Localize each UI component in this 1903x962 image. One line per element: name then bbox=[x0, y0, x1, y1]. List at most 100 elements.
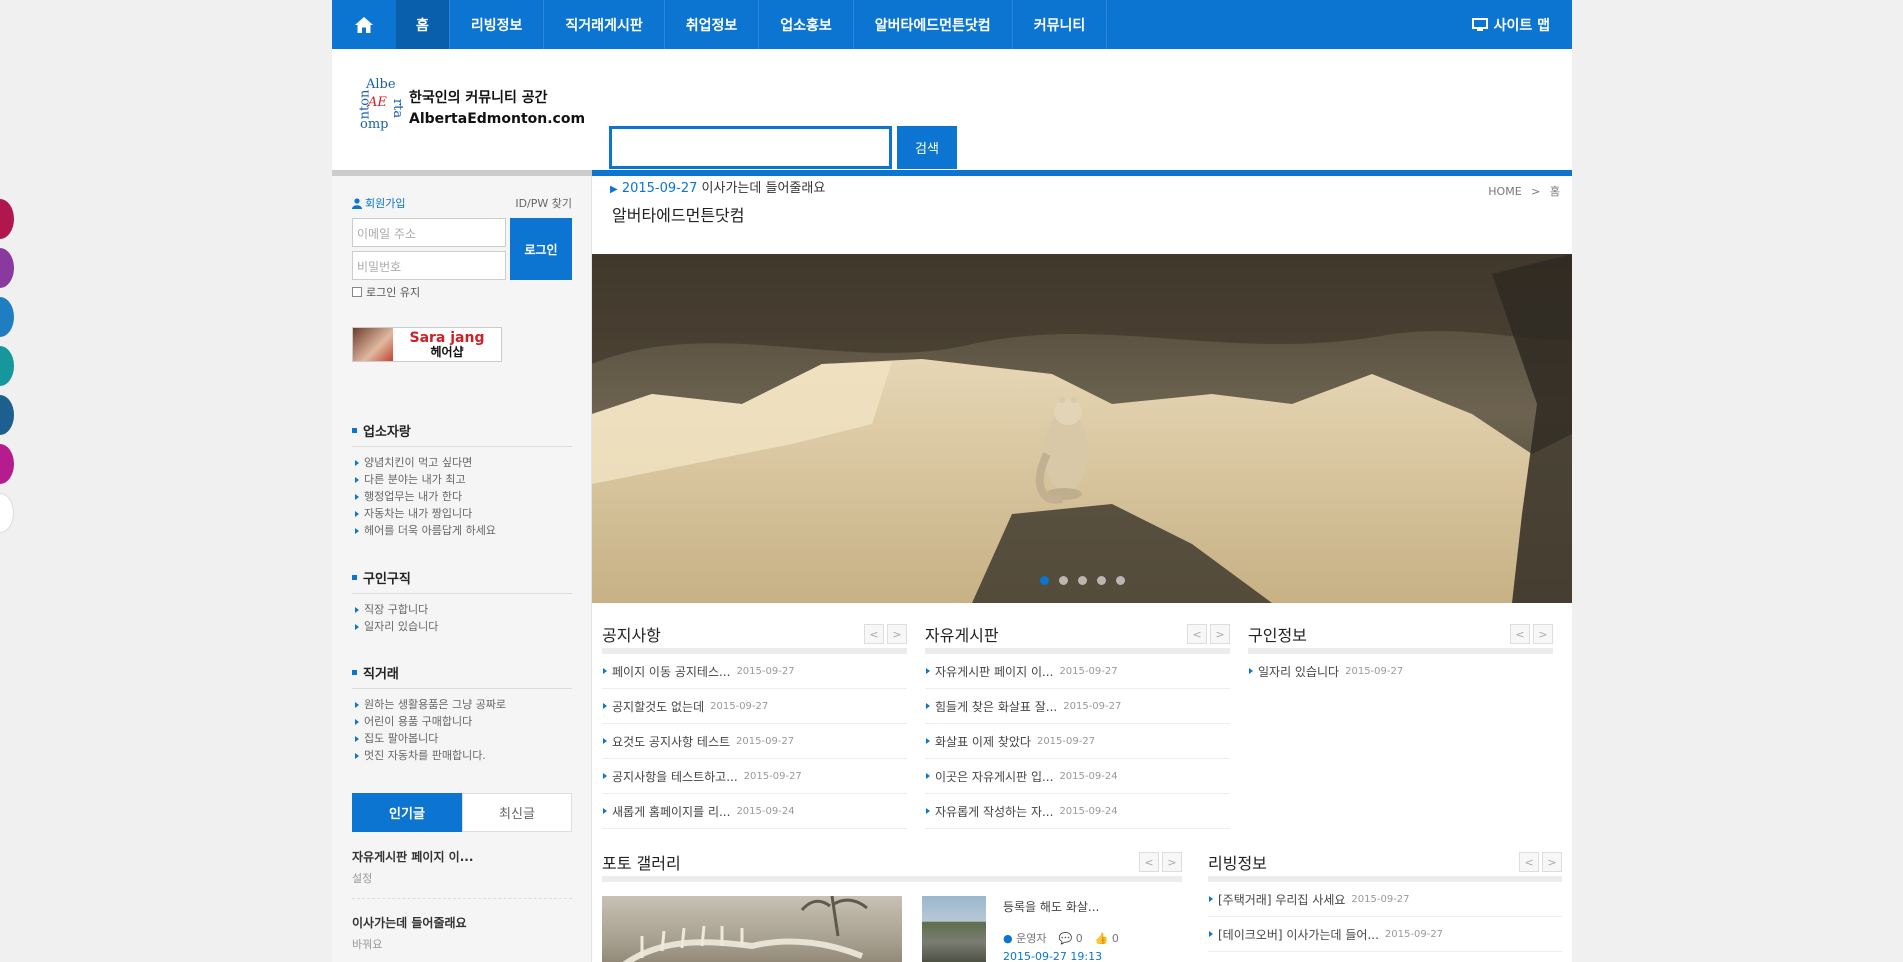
theme-dot-blue[interactable] bbox=[0, 297, 14, 337]
list-item[interactable]: 이곳은 자유게시판 입... 2015-09-24 bbox=[925, 759, 1230, 794]
list-item[interactable]: [테이크오버] 이사가는데 들어... 2015-09-27 bbox=[1208, 917, 1562, 952]
list-item[interactable]: 어린이 용품 구매합니다 bbox=[352, 713, 572, 730]
theme-dot-purple[interactable] bbox=[0, 248, 14, 288]
list-item[interactable]: 양념치킨이 먹고 싶다면 bbox=[352, 454, 572, 471]
gallery-main-image[interactable] bbox=[602, 896, 902, 962]
list-item[interactable]: 다른 분야는 내가 최고 bbox=[352, 471, 572, 488]
list-item[interactable]: 원하는 생활용품은 그냥 공짜로 bbox=[352, 696, 572, 713]
next-arrow-icon[interactable]: > bbox=[1542, 852, 1562, 872]
gallery-item-title[interactable]: 등록을 해도 화살... bbox=[1003, 898, 1183, 915]
banner-photo bbox=[353, 328, 393, 361]
popular-post-category: 설정 bbox=[352, 872, 373, 885]
prev-arrow-icon[interactable]: < bbox=[1519, 852, 1539, 872]
list-item[interactable]: 페이지 이동 공지테스... 2015-09-27 bbox=[602, 654, 907, 689]
theme-dot-crimson[interactable] bbox=[0, 199, 14, 239]
popular-post-title: 이사가는데 들어줄래요 bbox=[352, 916, 467, 930]
list-item[interactable]: 직장 구합니다 bbox=[352, 601, 572, 618]
sidebar-section-jobs: 구인구직 직장 구합니다 일자리 있습니다 bbox=[352, 568, 572, 635]
sidebar-section-title: 직거래 bbox=[352, 663, 572, 689]
list-item[interactable]: 멋진 자동차를 판매합니다. bbox=[352, 747, 572, 764]
hero-slider[interactable] bbox=[592, 254, 1572, 603]
next-arrow-icon[interactable]: > bbox=[1162, 852, 1182, 872]
list-item[interactable]: 요것도 공지사항 테스트 2015-09-27 bbox=[602, 724, 907, 759]
tab-latest[interactable]: 최신글 bbox=[462, 793, 572, 832]
popular-post[interactable]: 이사가는데 들어줄래요 바꿔요 bbox=[352, 914, 572, 952]
board-title[interactable]: 포토 갤러리 bbox=[602, 850, 681, 874]
theme-dot-white[interactable] bbox=[0, 493, 14, 533]
nav-item-living[interactable]: 리빙정보 bbox=[450, 0, 545, 49]
list-item[interactable]: 공지할것도 없는데 2015-09-27 bbox=[602, 689, 907, 724]
list-item[interactable]: 집도 팔아봅니다 bbox=[352, 730, 572, 747]
logo-tagline: 한국인의 커뮤니티 공간 bbox=[409, 90, 548, 106]
sidebar: 회원가입 ID/PW 찾기 이메일 주소 비밀번호 로그인 로그인 유지 Sar… bbox=[332, 176, 592, 962]
popular-post[interactable]: 자유게시판 페이지 이... 설정 bbox=[352, 848, 572, 886]
prev-arrow-icon[interactable]: < bbox=[864, 624, 884, 644]
list-item[interactable]: 자유게시판 페이지 이... 2015-09-27 bbox=[925, 654, 1230, 689]
banner-text: Sara jang 헤어샵 bbox=[393, 331, 501, 359]
board-header: 구인정보 < > bbox=[1248, 620, 1553, 654]
prev-arrow-icon[interactable]: < bbox=[1187, 624, 1207, 644]
nav-item-jobs[interactable]: 취업정보 bbox=[665, 0, 760, 49]
slider-dot[interactable] bbox=[1116, 576, 1125, 585]
search-button[interactable]: 검색 bbox=[897, 126, 957, 169]
list-item[interactable]: 자유롭게 작성하는 자... 2015-09-24 bbox=[925, 794, 1230, 829]
list-item[interactable]: 새롭게 홈페이지를 리... 2015-09-24 bbox=[602, 794, 907, 829]
find-idpw-link[interactable]: ID/PW 찾기 bbox=[515, 195, 572, 211]
sitemap-link[interactable]: 사이트 맵 bbox=[1471, 0, 1550, 49]
nav-item-about[interactable]: 알버타에드먼튼닷컴 bbox=[854, 0, 1013, 49]
next-arrow-icon[interactable]: > bbox=[887, 624, 907, 644]
theme-dot-magenta[interactable] bbox=[0, 444, 14, 484]
list-item[interactable]: 자동차는 내가 짱입니다 bbox=[352, 505, 572, 522]
site-logo[interactable]: Albe nton AE rta omp 한국인의 커뮤니티 공간 Albert… bbox=[352, 77, 585, 139]
gallery-item-info: 등록을 해도 화살... ● 운영자 💬 0 👍 0 2015-09-27 19… bbox=[1003, 898, 1183, 962]
board-header: 자유게시판 < > bbox=[925, 620, 1230, 654]
post-tabs: 인기글 최신글 bbox=[352, 793, 572, 832]
gallery-thumb-image[interactable] bbox=[922, 896, 986, 962]
board-title[interactable]: 구인정보 bbox=[1248, 622, 1307, 646]
nav-item-business[interactable]: 업소홍보 bbox=[759, 0, 854, 49]
slider-dot[interactable] bbox=[1040, 576, 1049, 585]
keep-login[interactable]: 로그인 유지 bbox=[352, 284, 572, 300]
slider-dot[interactable] bbox=[1078, 576, 1087, 585]
login-button[interactable]: 로그인 bbox=[510, 218, 572, 280]
list-item[interactable]: 일자리 있습니다 bbox=[352, 618, 572, 635]
sara-jang-banner[interactable]: Sara jang 헤어샵 bbox=[352, 327, 502, 362]
dinosaur-skeleton-photo bbox=[622, 896, 868, 962]
list-item[interactable]: 일자리 있습니다 2015-09-27 bbox=[1248, 654, 1553, 689]
nav-item-community[interactable]: 커뮤니티 bbox=[1013, 0, 1108, 49]
nav-home-button[interactable] bbox=[332, 0, 396, 49]
slider-dot[interactable] bbox=[1097, 576, 1106, 585]
theme-color-dots bbox=[0, 199, 14, 542]
list-item[interactable]: 힘들게 찾은 화살표 잘... 2015-09-27 bbox=[925, 689, 1230, 724]
list-item[interactable]: 행정업무는 내가 한다 bbox=[352, 488, 572, 505]
nav-item-home[interactable]: 홈 bbox=[396, 0, 450, 49]
board-title[interactable]: 자유게시판 bbox=[925, 622, 999, 646]
next-arrow-icon[interactable]: > bbox=[1533, 624, 1553, 644]
thumbs-up-icon: 👍 bbox=[1094, 931, 1109, 945]
prev-arrow-icon[interactable]: < bbox=[1510, 624, 1530, 644]
theme-dot-navy[interactable] bbox=[0, 395, 14, 435]
list-item[interactable]: 헤어를 더욱 아름답게 하세요 bbox=[352, 522, 572, 539]
gallery-comments: 💬 0 bbox=[1058, 931, 1083, 945]
password-field[interactable]: 비밀번호 bbox=[352, 251, 506, 280]
gallery-item-meta: ● 운영자 💬 0 👍 0 bbox=[1003, 930, 1183, 946]
slider-dot[interactable] bbox=[1059, 576, 1068, 585]
prev-arrow-icon[interactable]: < bbox=[1139, 852, 1159, 872]
breadcrumb-current: 홈 bbox=[1549, 185, 1560, 198]
keep-login-checkbox[interactable] bbox=[352, 287, 362, 297]
list-item[interactable]: [주택거래] 우리집 사세요 2015-09-27 bbox=[1208, 882, 1562, 917]
theme-dot-teal[interactable] bbox=[0, 346, 14, 386]
logo-domain: AlbertaEdmonton.com bbox=[409, 111, 586, 127]
email-field[interactable]: 이메일 주소 bbox=[352, 218, 506, 247]
tab-popular[interactable]: 인기글 bbox=[352, 793, 462, 832]
board-title[interactable]: 공지사항 bbox=[602, 622, 661, 646]
breadcrumb-home[interactable]: HOME bbox=[1488, 185, 1521, 198]
board-title[interactable]: 리빙정보 bbox=[1208, 850, 1267, 874]
list-item[interactable]: 공지사항을 테스트하고... 2015-09-27 bbox=[602, 759, 907, 794]
search-input[interactable] bbox=[609, 126, 892, 169]
list-item[interactable]: 화살표 이제 찾았다 2015-09-27 bbox=[925, 724, 1230, 759]
sitemap-label: 사이트 맵 bbox=[1493, 17, 1550, 34]
join-link[interactable]: 회원가입 bbox=[352, 195, 405, 211]
nav-item-marketplace[interactable]: 직거래게시판 bbox=[544, 0, 665, 49]
next-arrow-icon[interactable]: > bbox=[1210, 624, 1230, 644]
